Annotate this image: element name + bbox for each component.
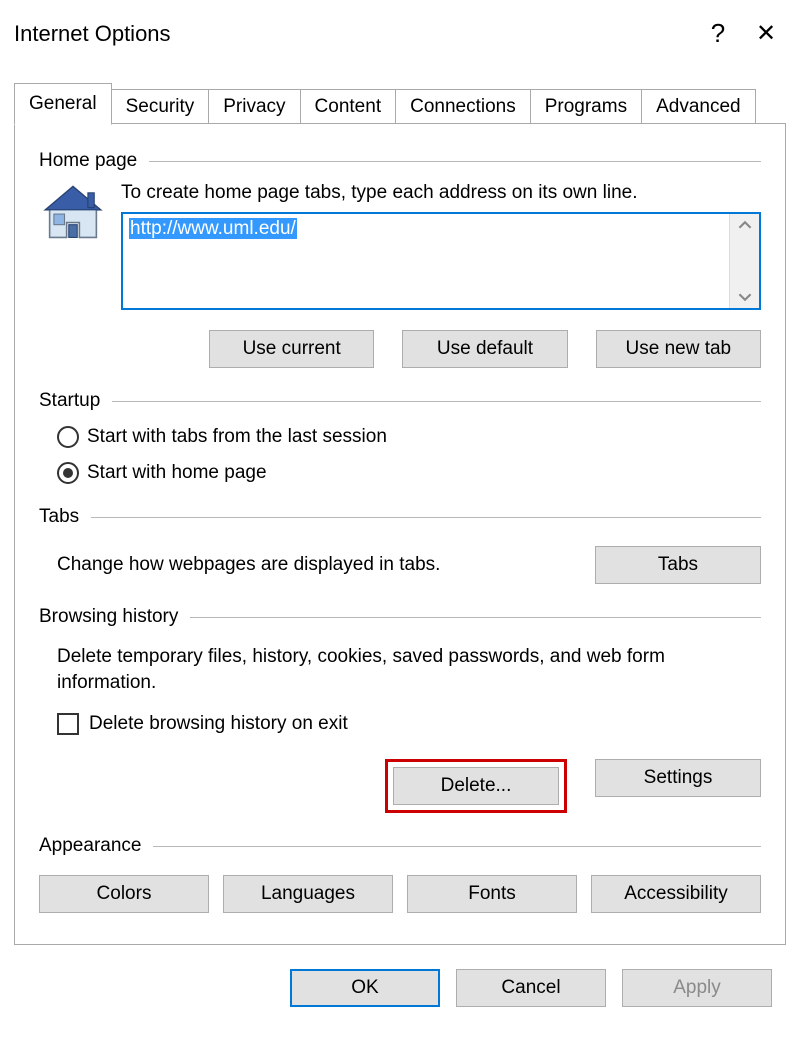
scroll-down-icon[interactable] — [738, 292, 752, 302]
group-tabs: Tabs Change how webpages are displayed i… — [39, 506, 761, 584]
accessibility-button[interactable]: Accessibility — [591, 875, 761, 913]
browsing-history-description: Delete temporary files, history, cookies… — [57, 644, 761, 695]
group-appearance-heading: Appearance — [39, 835, 141, 857]
radio-home-page[interactable]: Start with home page — [57, 462, 761, 484]
window-titlebar: Internet Options ? ✕ — [0, 0, 800, 55]
radio-icon — [57, 462, 79, 484]
delete-on-exit-checkbox[interactable]: Delete browsing history on exit — [57, 713, 761, 735]
languages-button[interactable]: Languages — [223, 875, 393, 913]
group-browsing-history: Browsing history Delete temporary files,… — [39, 606, 761, 813]
tab-advanced[interactable]: Advanced — [641, 89, 756, 124]
browsing-history-settings-button[interactable]: Settings — [595, 759, 761, 797]
group-startup-heading: Startup — [39, 390, 100, 412]
group-tabs-heading: Tabs — [39, 506, 79, 528]
use-new-tab-button[interactable]: Use new tab — [596, 330, 761, 368]
checkbox-icon — [57, 713, 79, 735]
apply-button[interactable]: Apply — [622, 969, 772, 1007]
fonts-button[interactable]: Fonts — [407, 875, 577, 913]
tab-connections[interactable]: Connections — [395, 89, 531, 124]
colors-button[interactable]: Colors — [39, 875, 209, 913]
cancel-button[interactable]: Cancel — [456, 969, 606, 1007]
use-current-button[interactable]: Use current — [209, 330, 374, 368]
home-page-value: http://www.uml.edu/ — [129, 218, 297, 239]
radio-icon — [57, 426, 79, 448]
group-browsing-history-heading: Browsing history — [39, 606, 178, 628]
help-button[interactable]: ? — [694, 18, 742, 49]
radio-home-page-label: Start with home page — [87, 462, 267, 484]
group-home-page: Home page To create home page tabs, type… — [39, 150, 761, 368]
textarea-scrollbar[interactable] — [729, 214, 759, 308]
group-startup: Startup Start with tabs from the last se… — [39, 390, 761, 484]
tab-content[interactable]: Content — [300, 89, 397, 124]
home-page-instruction: To create home page tabs, type each addr… — [121, 182, 761, 204]
delete-button[interactable]: Delete... — [393, 767, 559, 805]
general-pane: Home page To create home page tabs, type… — [14, 123, 786, 945]
close-button[interactable]: ✕ — [742, 19, 790, 48]
scroll-up-icon[interactable] — [738, 220, 752, 230]
home-page-textarea[interactable]: http://www.uml.edu/ — [121, 212, 761, 310]
radio-last-session[interactable]: Start with tabs from the last session — [57, 426, 761, 448]
tabs-description: Change how webpages are displayed in tab… — [57, 554, 571, 576]
tab-general[interactable]: General — [14, 83, 112, 125]
dialog-footer: OK Cancel Apply — [0, 945, 800, 1007]
delete-button-highlight: Delete... — [385, 759, 567, 813]
use-default-button[interactable]: Use default — [402, 330, 567, 368]
window-title: Internet Options — [14, 21, 171, 47]
group-appearance: Appearance Colors Languages Fonts Access… — [39, 835, 761, 913]
tabs-button[interactable]: Tabs — [595, 546, 761, 584]
home-icon — [39, 182, 107, 310]
delete-on-exit-label: Delete browsing history on exit — [89, 713, 348, 735]
ok-button[interactable]: OK — [290, 969, 440, 1007]
tab-security[interactable]: Security — [111, 89, 210, 124]
tab-programs[interactable]: Programs — [530, 89, 642, 124]
tab-strip: General Security Privacy Content Connect… — [14, 81, 786, 123]
radio-last-session-label: Start with tabs from the last session — [87, 426, 387, 448]
group-home-page-heading: Home page — [39, 150, 137, 172]
tab-privacy[interactable]: Privacy — [208, 89, 300, 124]
